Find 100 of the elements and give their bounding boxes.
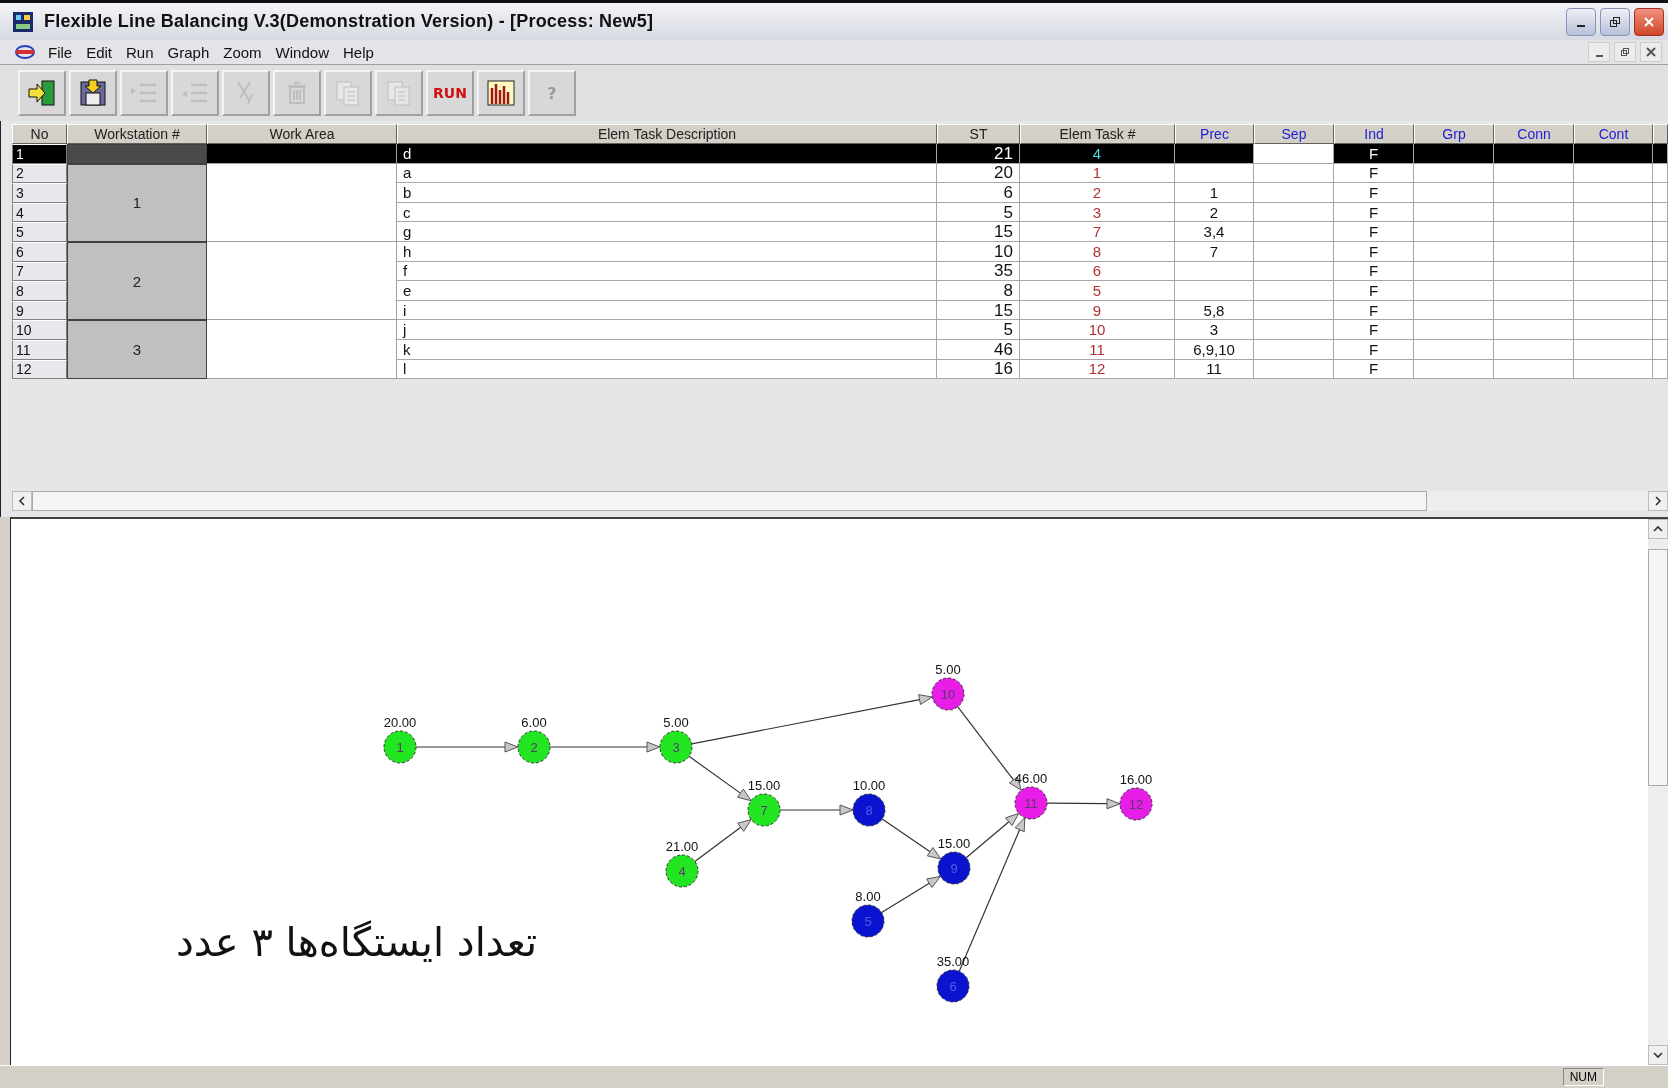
column-header[interactable]: ST bbox=[937, 124, 1020, 144]
menu-item[interactable]: File bbox=[42, 43, 81, 61]
scroll-thumb[interactable] bbox=[1648, 549, 1668, 786]
annotation-text: تعداد ایستگاه‌ها ۳ عدد bbox=[176, 919, 538, 965]
table-cell: f bbox=[397, 261, 937, 282]
table-cell: 2 bbox=[1175, 202, 1254, 223]
menu-item[interactable]: Help bbox=[336, 43, 382, 61]
minimize-button[interactable] bbox=[1588, 42, 1610, 62]
menu-item[interactable]: Edit bbox=[80, 43, 121, 61]
table-cell: d bbox=[397, 144, 937, 164]
node-value: 21.00 bbox=[665, 839, 699, 854]
column-header[interactable]: Work Area bbox=[207, 124, 397, 144]
menu-item[interactable]: Window bbox=[269, 43, 337, 61]
row-header[interactable]: 6 bbox=[12, 241, 67, 262]
column-header[interactable]: Ind bbox=[1334, 124, 1414, 144]
horizontal-scrollbar[interactable] bbox=[12, 491, 1668, 511]
bar-chart-icon bbox=[485, 78, 517, 108]
column-header[interactable]: Conn bbox=[1494, 124, 1574, 144]
table-cell: 16 bbox=[937, 359, 1020, 380]
node-value: 5.00 bbox=[663, 715, 689, 730]
save-button[interactable] bbox=[69, 70, 117, 116]
row-header[interactable]: 12 bbox=[12, 359, 67, 380]
row-header[interactable]: 3 bbox=[12, 183, 67, 203]
table-cell: F bbox=[1334, 183, 1414, 203]
column-header[interactable]: Sep bbox=[1254, 124, 1334, 144]
table-cell: 8 bbox=[1020, 241, 1175, 262]
vertical-scrollbar[interactable] bbox=[1648, 519, 1668, 1065]
column-header[interactable]: Cont bbox=[1574, 124, 1653, 144]
restore-icon bbox=[1620, 47, 1630, 57]
task-node[interactable]: 7 bbox=[747, 793, 781, 827]
row-header[interactable]: 10 bbox=[12, 320, 67, 340]
table-cell: 9 bbox=[1020, 300, 1175, 321]
menu-item[interactable]: Run bbox=[120, 43, 162, 61]
table-cell: F bbox=[1334, 359, 1414, 380]
task-node[interactable]: 3 bbox=[659, 730, 693, 764]
restore-button[interactable] bbox=[1614, 42, 1636, 62]
table-cell: 12 bbox=[1020, 359, 1175, 380]
column-header[interactable] bbox=[1653, 124, 1668, 144]
node-value: 20.00 bbox=[383, 715, 417, 730]
row-header[interactable]: 5 bbox=[12, 222, 67, 242]
task-node[interactable]: 1 bbox=[383, 730, 417, 764]
row-header[interactable]: 1 bbox=[12, 144, 67, 164]
table-cell: 5 bbox=[937, 320, 1020, 340]
scroll-thumb[interactable] bbox=[32, 491, 1427, 511]
scroll-right-button[interactable] bbox=[1648, 491, 1668, 511]
table-cell bbox=[1653, 144, 1668, 164]
arrow bbox=[881, 875, 941, 914]
row-header[interactable]: 4 bbox=[12, 202, 67, 223]
table-cell: 6 bbox=[1020, 261, 1175, 282]
table-cell: 11 bbox=[1020, 339, 1175, 360]
toolbar-button[interactable]: RUN bbox=[426, 70, 474, 116]
table-cell: 3 bbox=[1020, 202, 1175, 223]
chart-button[interactable] bbox=[477, 70, 525, 116]
table-cell bbox=[1653, 281, 1668, 301]
scroll-down-button[interactable] bbox=[1648, 1045, 1668, 1065]
row-header[interactable]: 2 bbox=[12, 163, 67, 184]
task-node[interactable]: 2 bbox=[517, 730, 551, 764]
node-value: 46.00 bbox=[1014, 771, 1048, 786]
row-header[interactable]: 11 bbox=[12, 339, 67, 360]
menu-item[interactable]: Zoom bbox=[217, 43, 270, 61]
table-cell: F bbox=[1334, 281, 1414, 301]
table-cell: 3 bbox=[1175, 320, 1254, 340]
column-header[interactable]: No bbox=[12, 124, 67, 144]
table-cell: 5 bbox=[1020, 281, 1175, 301]
table-cell: 4 bbox=[1020, 144, 1175, 164]
table-cell: 5,8 bbox=[1175, 300, 1254, 321]
restore-button[interactable] bbox=[1600, 7, 1630, 36]
table-cell: 7 bbox=[1175, 241, 1254, 262]
column-header[interactable]: Elem Task # bbox=[1020, 124, 1175, 144]
table-cell: F bbox=[1334, 300, 1414, 321]
node-value: 15.00 bbox=[937, 836, 971, 851]
table-cell bbox=[1653, 320, 1668, 340]
minimize-icon bbox=[1595, 54, 1603, 57]
table-cell: k bbox=[397, 339, 937, 360]
node-value: 8.00 bbox=[855, 889, 881, 904]
column-header[interactable]: Prec bbox=[1175, 124, 1254, 144]
row-header[interactable]: 8 bbox=[12, 281, 67, 301]
row-header[interactable]: 9 bbox=[12, 300, 67, 321]
table-cell: F bbox=[1334, 339, 1414, 360]
task-node[interactable]: 4 bbox=[665, 854, 699, 888]
exit-button[interactable] bbox=[18, 70, 66, 116]
table-cell: i bbox=[397, 300, 937, 321]
column-header[interactable]: Workstation # bbox=[67, 124, 207, 144]
scroll-up-button[interactable] bbox=[1648, 519, 1668, 539]
column-header[interactable]: Elem Task Description bbox=[397, 124, 937, 144]
table-cell: F bbox=[1334, 144, 1414, 164]
minimize-icon bbox=[1577, 24, 1585, 27]
table-cell: g bbox=[397, 222, 937, 242]
table-cell: 46 bbox=[937, 339, 1020, 360]
table-cell: F bbox=[1334, 241, 1414, 262]
menu-item[interactable]: Graph bbox=[161, 43, 218, 61]
table-cell: e bbox=[397, 281, 937, 301]
table-cell: 15 bbox=[937, 300, 1020, 321]
table-cell: 2 bbox=[1020, 183, 1175, 203]
column-header[interactable]: Grp bbox=[1414, 124, 1494, 144]
row-header[interactable]: 7 bbox=[12, 261, 67, 282]
table-cell: 5 bbox=[937, 202, 1020, 223]
close-icon bbox=[1646, 47, 1656, 57]
scroll-left-button[interactable] bbox=[12, 491, 32, 511]
close-button[interactable] bbox=[1634, 7, 1664, 36]
